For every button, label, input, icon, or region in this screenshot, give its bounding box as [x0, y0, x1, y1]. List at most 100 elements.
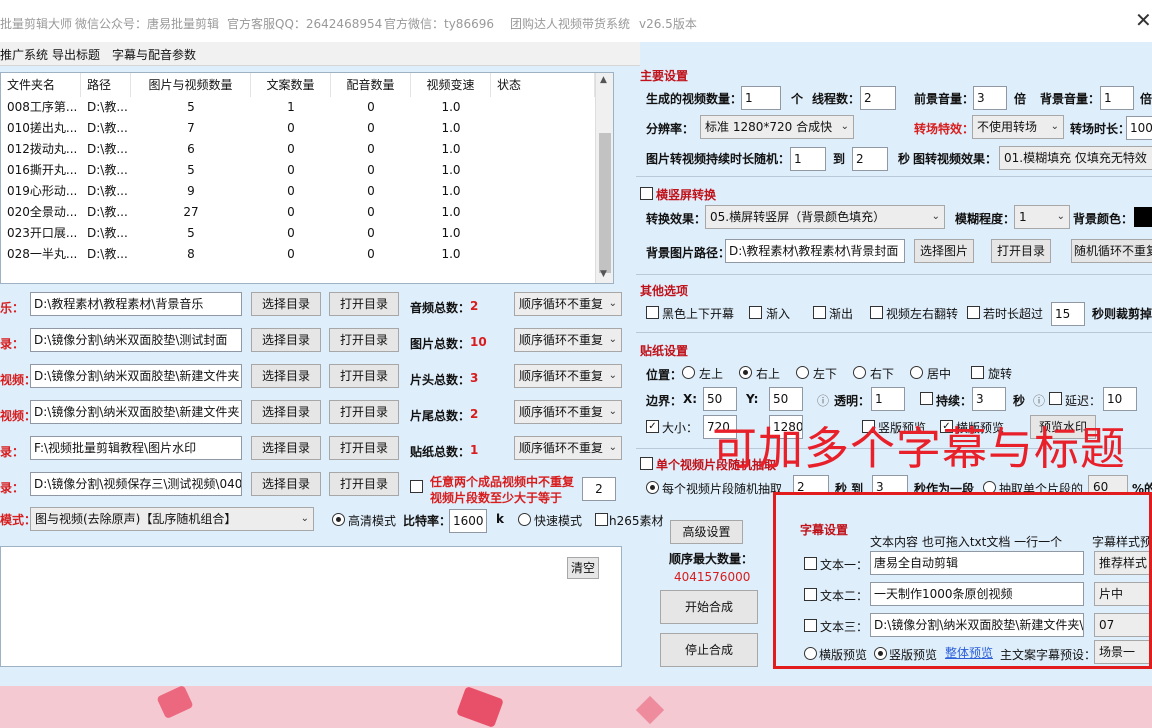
clear-button[interactable]: 清空 — [567, 557, 599, 579]
flip-checkbox[interactable] — [870, 306, 883, 319]
col-copy-count[interactable]: 文案数量 — [251, 73, 331, 97]
rotate-checkbox[interactable] — [971, 366, 984, 379]
open-dir-button[interactable]: 打开目录 — [329, 400, 399, 424]
resolution-select[interactable]: 标准 1280*720 合成快 ⌄ — [700, 115, 854, 139]
table-row[interactable]: 012拨动丸... D:\教... 6 0 0 1.0 — [1, 139, 595, 160]
img-min-input[interactable]: 1 — [790, 147, 826, 171]
alpha-input[interactable]: 1 — [871, 387, 905, 411]
stop-button[interactable]: 停止合成 — [660, 633, 758, 667]
order-mode-select[interactable]: 顺序循环不重复 ⌄ — [514, 436, 622, 460]
open-dir-button[interactable]: 打开目录 — [329, 472, 399, 496]
order-mode-select[interactable]: 顺序循环不重复 ⌄ — [514, 364, 622, 388]
start-button[interactable]: 开始合成 — [660, 590, 758, 624]
path-input[interactable]: F:\视频批量剪辑教程\图片水印 — [30, 436, 242, 460]
pos-top-right-radio[interactable] — [739, 366, 752, 379]
pos-bottom-right-radio[interactable] — [853, 366, 866, 379]
hv-convert-checkbox[interactable] — [640, 187, 653, 200]
bg-path-input[interactable]: D:\教程素材\教程素材\背景封面 — [725, 239, 905, 263]
col-media-count[interactable]: 图片与视频数量 — [131, 73, 251, 97]
x-input[interactable]: 50 — [703, 387, 737, 411]
col-voice-count[interactable]: 配音数量 — [331, 73, 411, 97]
bg-volume-input[interactable]: 1 — [1100, 86, 1134, 110]
fade-out-checkbox[interactable] — [813, 306, 826, 319]
delay-checkbox[interactable] — [1049, 392, 1062, 405]
convert-effect-select[interactable]: 05.横屏转竖屏（背景颜色填充） ⌄ — [705, 205, 945, 229]
sub-horiz-preview-radio[interactable] — [804, 647, 817, 660]
subtitle-text-input[interactable]: 一天制作1000条原创视频 — [870, 582, 1084, 606]
y-input[interactable]: 50 — [769, 387, 803, 411]
fast-mode-radio[interactable] — [518, 513, 531, 526]
choose-image-button[interactable]: 选择图片 — [914, 239, 974, 263]
subtitle-checkbox[interactable] — [804, 619, 817, 632]
table-scrollbar[interactable]: ▲ ▼ — [595, 73, 613, 283]
choose-dir-button[interactable]: 选择目录 — [251, 364, 321, 388]
scroll-down-icon[interactable]: ▼ — [600, 269, 607, 279]
open-dir-button[interactable]: 打开目录 — [329, 436, 399, 460]
main-style-select[interactable]: 场景一 — [1094, 640, 1149, 664]
bitrate-input[interactable]: 1600 — [449, 509, 487, 533]
random-loop-button[interactable]: 随机循环不重复 — [1071, 239, 1152, 263]
menu-item-subtitle-voice[interactable]: 字幕与配音参数 — [112, 46, 196, 63]
bgcolor-swatch[interactable] — [1134, 207, 1152, 227]
col-path[interactable]: 路径 — [81, 73, 131, 97]
choose-dir-button[interactable]: 选择目录 — [251, 472, 321, 496]
subtitle-text-input[interactable]: D:\镜像分割\纳米双面胶垫\新建文件夹\ — [870, 613, 1084, 637]
table-row[interactable]: 028一半丸... D:\教... 8 0 0 1.0 — [1, 244, 595, 265]
open-dir-button[interactable]: 打开目录 — [329, 328, 399, 352]
nodup-input[interactable]: 2 — [582, 477, 616, 501]
col-folder[interactable]: 文件夹名 — [1, 73, 81, 97]
path-input[interactable]: D:\镜像分割\纳米双面胶垫\新建文件夹 — [30, 364, 242, 388]
subtitle-style-select[interactable]: 07 — [1094, 613, 1149, 637]
help-icon[interactable]: ⓘ — [1033, 392, 1045, 409]
count-input[interactable]: 1 — [741, 86, 781, 110]
menu-item-export-title[interactable]: 导出标题 — [52, 46, 100, 63]
order-mode-select[interactable]: 顺序循环不重复 ⌄ — [514, 328, 622, 352]
black-curtain-checkbox[interactable] — [646, 306, 659, 319]
mode-select[interactable]: 图与视频(去除原声)【乱序随机组合】 ⌄ — [30, 507, 314, 531]
trim-seconds-input[interactable]: 15 — [1051, 302, 1085, 326]
blur-select[interactable]: 1 ⌄ — [1014, 205, 1070, 229]
path-input[interactable]: D:\镜像分割\视频保存三\测试视频\040 — [30, 472, 242, 496]
pos-bottom-left-radio[interactable] — [796, 366, 809, 379]
open-dir-button[interactable]: 打开目录 — [329, 292, 399, 316]
threads-input[interactable]: 2 — [860, 86, 896, 110]
path-input[interactable]: D:\镜像分割\纳米双面胶垫\测试封面 — [30, 328, 242, 352]
img-max-input[interactable]: 2 — [852, 147, 888, 171]
col-status[interactable]: 状态 — [491, 73, 595, 97]
whole-preview-link[interactable]: 整体预览 — [945, 644, 993, 661]
hv-open-dir-button[interactable]: 打开目录 — [991, 239, 1051, 263]
choose-dir-button[interactable]: 选择目录 — [251, 436, 321, 460]
duration-checkbox[interactable] — [920, 392, 933, 405]
table-row[interactable]: 020全景动... D:\教... 27 0 0 1.0 — [1, 202, 595, 223]
subtitle-text-input[interactable]: 唐易全自动剪辑 — [870, 551, 1084, 575]
pos-center-radio[interactable] — [910, 366, 923, 379]
transition-duration-input[interactable]: 100 — [1126, 116, 1152, 140]
trim-checkbox[interactable] — [967, 306, 980, 319]
log-box[interactable]: 清空 — [0, 546, 622, 667]
help-icon[interactable]: ⓘ — [817, 392, 829, 409]
pos-top-left-radio[interactable] — [682, 366, 695, 379]
table-row[interactable]: 008工序第... D:\教... 5 1 0 1.0 — [1, 97, 595, 118]
choose-dir-button[interactable]: 选择目录 — [251, 328, 321, 352]
order-mode-select[interactable]: 顺序循环不重复 ⌄ — [514, 400, 622, 424]
menu-item-promo[interactable]: 推广系统 — [0, 46, 48, 63]
scroll-thumb[interactable] — [599, 133, 611, 273]
img-effect-select[interactable]: 01.模糊填充 仅填充无特效 — [999, 146, 1152, 170]
subtitle-style-select[interactable]: 片中 — [1094, 582, 1149, 606]
hd-mode-radio[interactable] — [332, 513, 345, 526]
fg-volume-input[interactable]: 3 — [973, 86, 1007, 110]
transition-select[interactable]: 不使用转场 ⌄ — [972, 115, 1064, 139]
h265-checkbox[interactable] — [595, 513, 608, 526]
open-dir-button[interactable]: 打开目录 — [329, 364, 399, 388]
advanced-settings-button[interactable]: 高级设置 — [670, 520, 743, 544]
choose-dir-button[interactable]: 选择目录 — [251, 400, 321, 424]
scroll-up-icon[interactable]: ▲ — [600, 75, 607, 85]
order-mode-select[interactable]: 顺序循环不重复 ⌄ — [514, 292, 622, 316]
fade-in-checkbox[interactable] — [749, 306, 762, 319]
subtitle-style-select[interactable]: 推荐样式 — [1094, 551, 1149, 575]
table-row[interactable]: 019心形动... D:\教... 9 0 0 1.0 — [1, 181, 595, 202]
delay-input[interactable]: 10 — [1103, 387, 1137, 411]
duration-input[interactable]: 3 — [972, 387, 1006, 411]
segment-random-radio[interactable] — [646, 481, 659, 494]
col-speed[interactable]: 视频变速 — [411, 73, 491, 97]
